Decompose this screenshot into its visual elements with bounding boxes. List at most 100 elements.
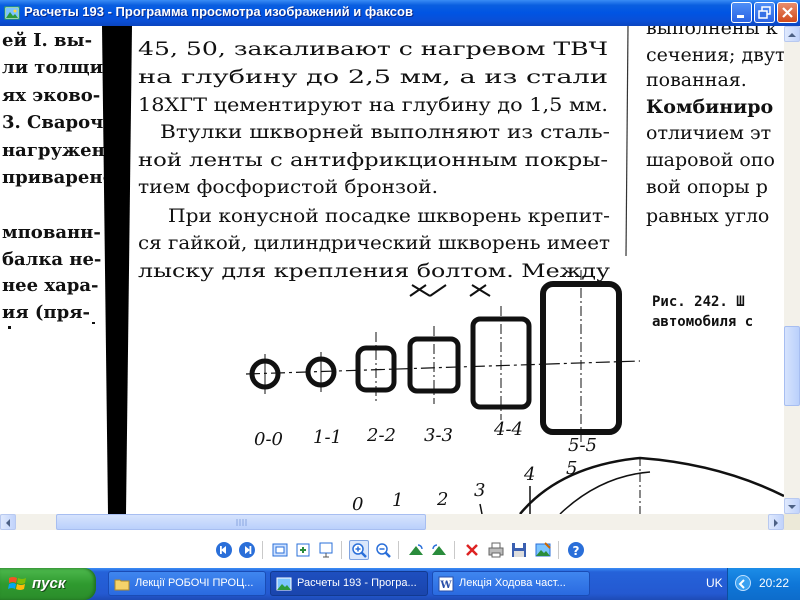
svg-text:W: W — [439, 580, 452, 591]
diagram-number: 1 — [392, 490, 403, 511]
horizontal-scroll-thumb[interactable] — [56, 514, 426, 530]
delete-button[interactable] — [462, 540, 482, 560]
minimize-icon — [737, 15, 744, 18]
task-label: Лекція Ходова част... — [459, 577, 566, 589]
open-for-editing-button[interactable] — [533, 540, 553, 560]
taskbar: пуск Лекції РОБОЧІ ПРОЦ... Расчеты 193 -… — [0, 568, 800, 600]
scroll-down-button[interactable] — [784, 498, 800, 514]
left-column-line: ях эково- — [2, 85, 100, 106]
start-label: пуск — [32, 575, 66, 592]
horizontal-scrollbar[interactable] — [0, 514, 784, 530]
delete-icon — [466, 544, 478, 556]
clock: 20:22 — [759, 576, 790, 590]
text-line: лыску для крепления болтом. Между — [138, 260, 610, 282]
save-icon — [512, 543, 526, 557]
taskbar-button-word[interactable]: W Лекція Ходова част... — [432, 571, 590, 596]
text-line: ся гайкой, цилиндрический шкворень имеет — [138, 232, 610, 254]
rotate-counterclockwise-icon — [432, 544, 446, 555]
image-viewer-icon — [276, 577, 292, 591]
left-column-line: ей I. вы- — [2, 30, 92, 51]
svg-text:?: ? — [573, 544, 580, 558]
diagram-number: 0 — [352, 494, 363, 514]
zoom-in-button[interactable] — [349, 540, 369, 560]
close-icon — [782, 7, 793, 18]
rotate-clockwise-icon — [409, 544, 423, 555]
left-column-line: балка не- — [2, 249, 101, 270]
diagram-number: 5 — [566, 458, 577, 479]
right-column-line: равных угло — [646, 205, 769, 227]
figure-caption: Рис. 242. Ш автомобиля с — [652, 294, 753, 330]
vertical-scrollbar[interactable] — [784, 26, 800, 514]
image-viewport[interactable]: ей I. вы-ли толщи-ях эково- 3. Свароч-наг… — [0, 26, 784, 514]
previous-image-button[interactable] — [214, 540, 234, 560]
zoom-out-button[interactable] — [373, 540, 393, 560]
image-viewer-icon — [4, 6, 20, 20]
best-fit-button[interactable] — [270, 540, 290, 560]
diagram-numbers: 0 1 2 3 4 5 — [352, 458, 577, 514]
vertical-scroll-thumb[interactable] — [784, 326, 800, 406]
text-line: Втулки шкворней выполняют из сталь- — [160, 121, 610, 143]
taskbar-button-folder[interactable]: Лекції РОБОЧІ ПРОЦ... — [108, 571, 266, 596]
folder-icon — [114, 579, 130, 591]
arrow-down-icon — [788, 505, 796, 509]
zoom-out-icon — [376, 543, 391, 558]
restore-icon — [758, 6, 771, 19]
show-hidden-icons-button[interactable] — [735, 575, 751, 591]
system-tray: 20:22 — [727, 568, 800, 600]
page-specks — [8, 322, 95, 329]
help-button[interactable]: ? — [566, 540, 586, 560]
maximize-button[interactable] — [754, 2, 775, 23]
book-spine — [102, 26, 132, 514]
save-button[interactable] — [509, 540, 529, 560]
minimize-button[interactable] — [731, 2, 752, 23]
toolbar-separator — [558, 541, 559, 559]
left-column-line: мпованн- — [2, 222, 101, 243]
start-button[interactable]: пуск — [0, 568, 96, 600]
diagram-number: 4 — [523, 464, 535, 485]
right-column-line: Комбиниро — [646, 96, 773, 118]
text-line: ной ленты с антифрикционным покры- — [138, 149, 608, 171]
next-image-button[interactable] — [237, 540, 257, 560]
right-column-line: вой опоры р — [646, 176, 768, 198]
section-label: 4-4 — [493, 419, 523, 440]
text-line: 45, 50, закаливают с нагревом ТВЧ — [138, 38, 608, 60]
left-column-line: нее хара- — [2, 275, 98, 296]
rotate-counterclockwise-button[interactable] — [429, 540, 449, 560]
print-button[interactable] — [486, 540, 506, 560]
toolbar-separator — [454, 541, 455, 559]
left-column-line: нагружен- — [2, 140, 112, 161]
help-icon: ? — [568, 542, 584, 558]
print-icon — [488, 542, 504, 558]
scroll-up-button[interactable] — [784, 26, 800, 42]
next-image-icon — [239, 542, 255, 558]
left-column-line: ли толщи- — [2, 57, 110, 78]
scroll-right-button[interactable] — [768, 514, 784, 530]
right-column-line: отличием эт — [646, 122, 771, 144]
actual-size-icon — [296, 543, 310, 557]
right-column-line: пованная. — [646, 69, 747, 91]
arrow-left-icon — [6, 519, 10, 527]
caption-line: Рис. 242. Ш — [652, 294, 745, 310]
actual-size-button[interactable] — [293, 540, 313, 560]
diagram-number: 2 — [436, 489, 448, 510]
toolbar-separator — [262, 541, 263, 559]
zoom-in-icon — [352, 543, 367, 558]
word-icon: W — [438, 576, 454, 592]
scanned-page: ей I. вы-ли толщи-ях эково- 3. Свароч-наг… — [2, 26, 784, 514]
diagram-number: 3 — [474, 480, 485, 501]
section-label: 3-3 — [424, 425, 453, 446]
close-button[interactable] — [777, 2, 798, 23]
image-viewer-window: Расчеты 193 - Программа просмотра изобра… — [0, 0, 800, 568]
section-label: 5-5 — [568, 435, 597, 456]
previous-image-icon — [216, 542, 232, 558]
text-line: на глубину до 2,5 мм, а из стали — [138, 66, 608, 88]
section-label: 0-0 — [254, 429, 283, 450]
viewer-toolbar: ? — [0, 530, 800, 568]
rotate-clockwise-button[interactable] — [406, 540, 426, 560]
scroll-left-button[interactable] — [0, 514, 16, 530]
caption-line: автомобиля с — [652, 314, 753, 330]
title-bar[interactable]: Расчеты 193 - Программа просмотра изобра… — [0, 0, 800, 26]
taskbar-button-image-viewer[interactable]: Расчеты 193 - Програ... — [270, 571, 428, 596]
language-indicator[interactable]: UK — [706, 576, 723, 590]
slideshow-button[interactable] — [316, 540, 336, 560]
